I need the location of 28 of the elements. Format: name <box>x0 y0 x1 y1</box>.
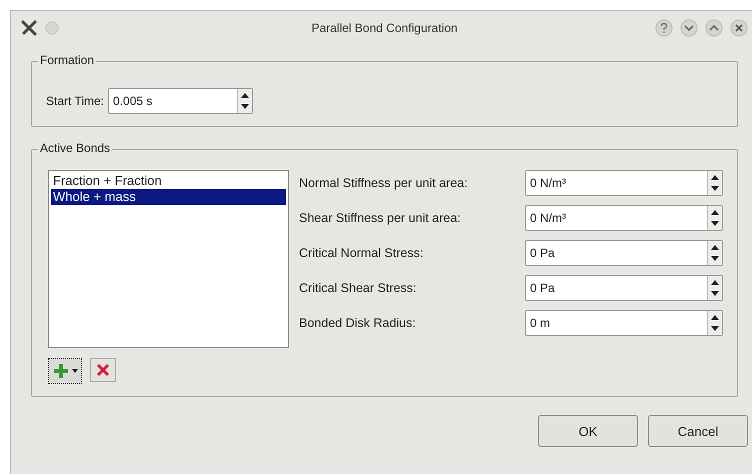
group-title: Formation <box>38 53 96 67</box>
x-icon <box>95 362 111 378</box>
plus-caret-icon <box>51 362 79 380</box>
field-label: Critical Normal Stress: <box>299 246 424 260</box>
value-spinbox[interactable]: 0 N/m³ <box>525 205 723 231</box>
add-dropdown-button[interactable] <box>48 358 82 384</box>
list-item[interactable]: Whole + mass <box>51 189 286 205</box>
list-item[interactable]: Fraction + Fraction <box>51 173 286 189</box>
tools-icon[interactable] <box>21 20 39 36</box>
value-spinbox[interactable]: 0 N/m³ <box>525 170 723 196</box>
maximize-icon[interactable] <box>705 19 723 37</box>
group-title: Active Bonds <box>38 141 112 155</box>
help-icon[interactable] <box>655 19 673 37</box>
value-spinbox[interactable]: 0 m <box>525 310 723 336</box>
close-icon[interactable] <box>730 19 748 37</box>
dialog-button[interactable]: OK <box>538 415 638 447</box>
minimize-icon[interactable] <box>680 19 698 37</box>
dialog-button[interactable]: Cancel <box>648 415 748 447</box>
window-title: Parallel Bond Configuration <box>310 21 459 35</box>
field-label: Normal Stiffness per unit area: <box>299 176 469 190</box>
field-label: Bonded Disk Radius: <box>299 316 417 330</box>
field-label: Critical Shear Stress: <box>299 281 418 295</box>
start-time-spinbox[interactable]: 0.005 s <box>108 88 254 114</box>
value-spinbox[interactable]: 0 Pa <box>525 240 723 266</box>
field-label: Shear Stiffness per unit area: <box>299 211 462 225</box>
value-spinbox[interactable]: 0 Pa <box>525 275 723 301</box>
field-label: Start Time: <box>46 94 104 108</box>
remove-button[interactable] <box>90 358 116 382</box>
